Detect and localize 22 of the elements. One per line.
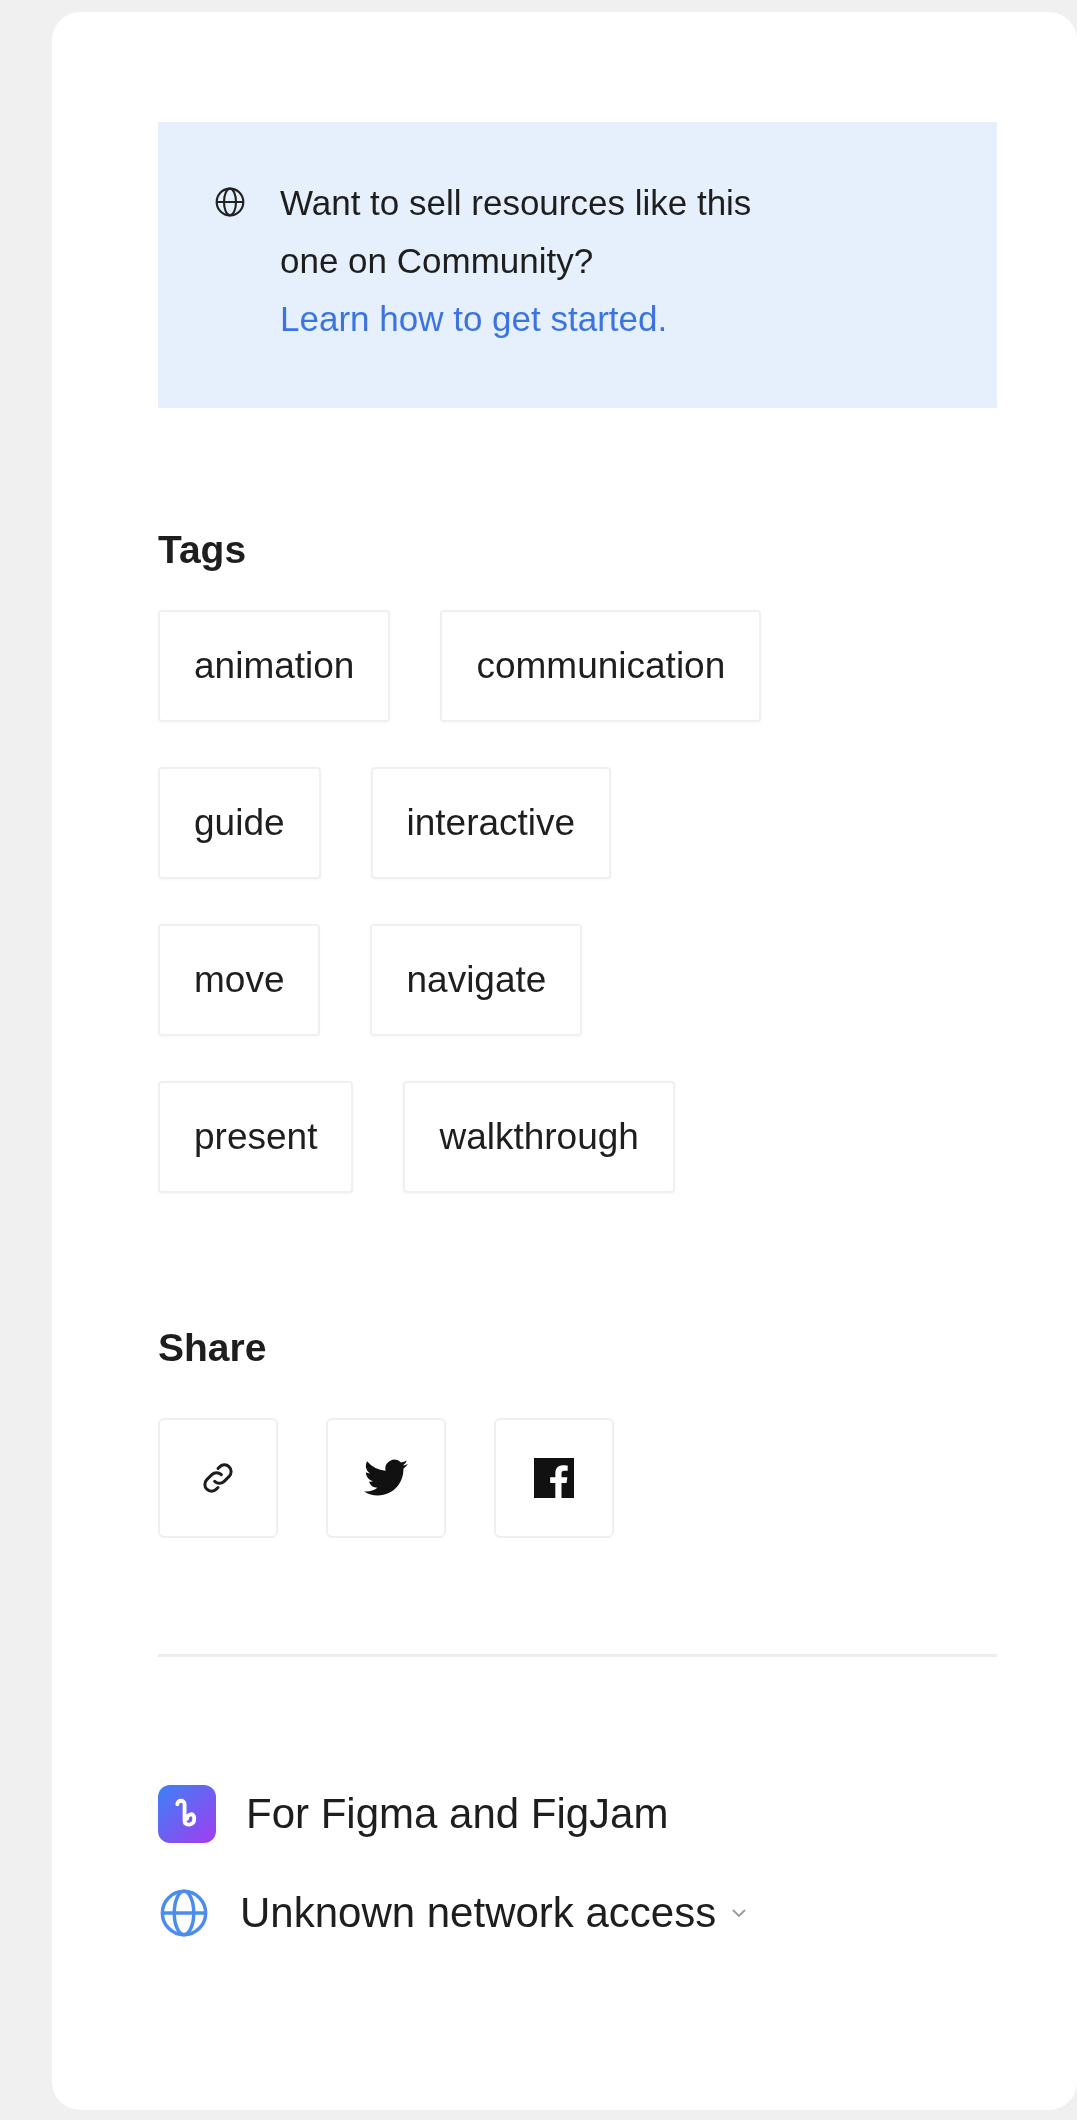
tags-heading: Tags xyxy=(158,528,248,572)
globe-icon xyxy=(158,1887,210,1939)
twitter-icon xyxy=(364,1459,408,1497)
share-heading: Share xyxy=(158,1326,268,1370)
tag-chip[interactable]: animation xyxy=(158,610,391,722)
share-button[interactable] xyxy=(494,1418,614,1538)
tag-chip[interactable]: interactive xyxy=(370,767,612,879)
globe-icon xyxy=(214,186,246,218)
get-started-link[interactable]: Learn how to get started. xyxy=(280,299,668,338)
tag-chip[interactable]: move xyxy=(158,924,321,1036)
tag-chip[interactable]: present xyxy=(158,1081,354,1193)
banner-message: Want to sell resources like this one on Community? xyxy=(280,183,752,280)
tag-chip[interactable]: navigate xyxy=(370,924,583,1036)
network-access-dropdown[interactable]: Unknown network access xyxy=(240,1889,749,1937)
tag-chip[interactable]: guide xyxy=(158,767,321,879)
app-icon xyxy=(158,1785,216,1843)
share-button[interactable] xyxy=(326,1418,446,1538)
tag-chip[interactable]: communication xyxy=(440,610,762,722)
facebook-icon xyxy=(534,1458,574,1498)
tag-chip[interactable]: walkthrough xyxy=(403,1081,675,1193)
platform-label: For Figma and FigJam xyxy=(246,1790,669,1838)
chevron-down-icon xyxy=(730,1907,749,1919)
